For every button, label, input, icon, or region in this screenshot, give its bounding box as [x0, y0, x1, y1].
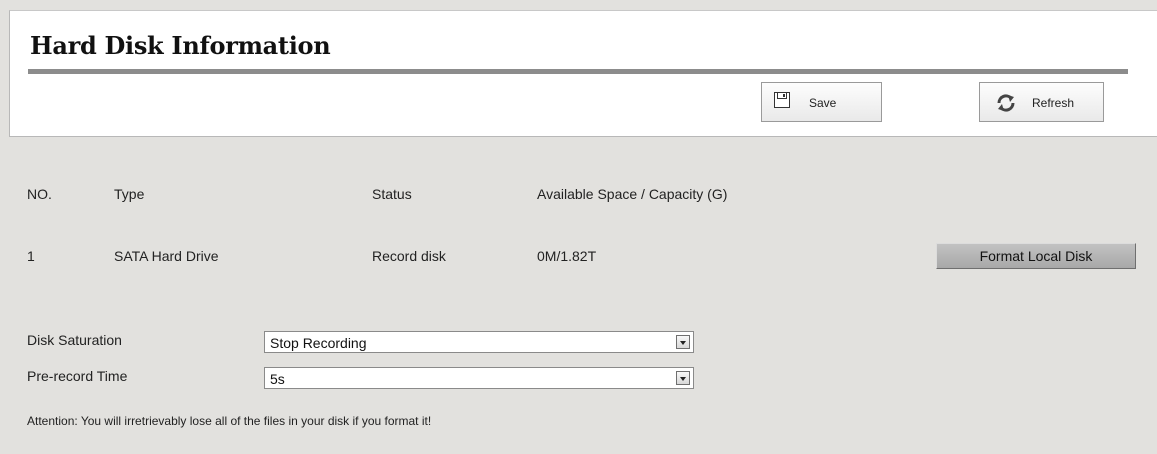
title-divider — [28, 69, 1128, 74]
floppy-disk-icon — [774, 92, 790, 108]
chevron-down-icon[interactable] — [676, 371, 690, 385]
row-type: SATA Hard Drive — [114, 248, 219, 264]
refresh-button[interactable]: Refresh — [979, 82, 1104, 122]
refresh-button-label: Refresh — [1032, 96, 1075, 110]
pre-record-time-select[interactable]: 5s — [264, 367, 694, 389]
header-status: Status — [372, 186, 412, 202]
format-local-disk-button[interactable]: Format Local Disk — [936, 243, 1136, 269]
row-no: 1 — [27, 248, 35, 264]
attention-note: Attention: You will irretrievably lose a… — [27, 414, 432, 428]
header-type: Type — [114, 186, 145, 202]
disk-saturation-value: Stop Recording — [270, 335, 367, 351]
pre-record-time-label: Pre-record Time — [27, 368, 128, 384]
chevron-down-icon[interactable] — [676, 335, 690, 349]
header-space-capacity: Available Space / Capacity (G) — [537, 186, 728, 202]
header-no: NO. — [27, 186, 52, 202]
disk-saturation-label: Disk Saturation — [27, 332, 122, 348]
save-button-label: Save — [809, 96, 837, 110]
row-space: 0M/1.82T — [537, 248, 597, 264]
save-button[interactable]: Save — [761, 82, 882, 122]
refresh-icon — [997, 94, 1015, 112]
pre-record-time-value: 5s — [270, 371, 285, 387]
top-strip — [0, 0, 1157, 10]
disk-saturation-select[interactable]: Stop Recording — [264, 331, 694, 353]
page-title: Hard Disk Information — [30, 31, 331, 60]
row-status: Record disk — [372, 248, 446, 264]
